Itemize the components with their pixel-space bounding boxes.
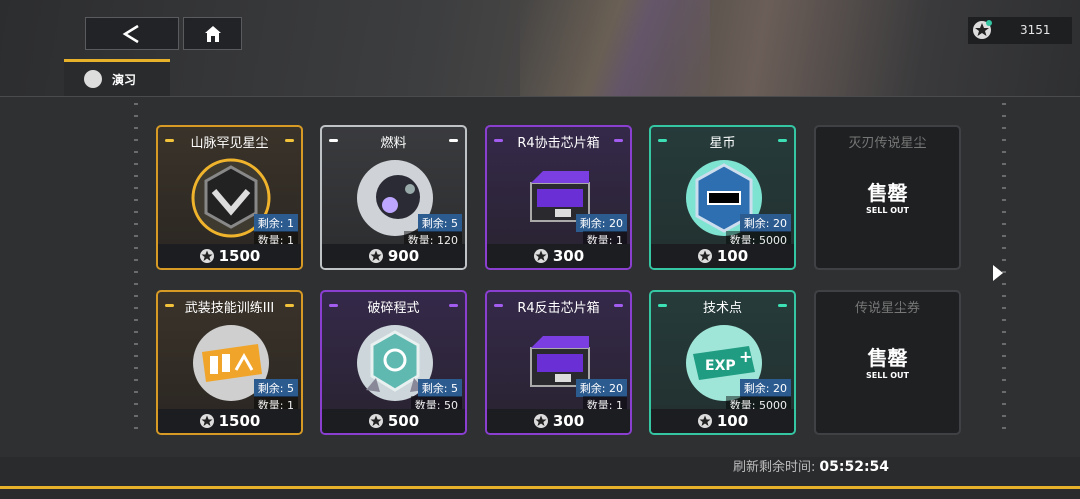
item-price: 1500 — [218, 247, 261, 265]
item-title: 技术点 — [702, 301, 742, 316]
star-coin-icon — [973, 20, 992, 39]
star-coin-icon — [368, 414, 383, 428]
star-coin-icon — [697, 249, 712, 263]
home-icon — [204, 25, 221, 42]
refresh-time: 05:52:54 — [819, 459, 890, 475]
back-arrow-icon — [122, 24, 139, 43]
sold-out-mark: 售罄 SELL OUT — [816, 342, 959, 380]
tab-label: 演习 — [112, 73, 137, 87]
item-price: 300 — [552, 412, 585, 430]
item-title: 灭刃传说星尘 — [848, 136, 927, 151]
sold-out-label: 售罄 — [867, 181, 908, 205]
item-title: 武装技能训练III — [184, 301, 275, 316]
item-title: 破碎程式 — [367, 301, 420, 316]
shop-item-card[interactable]: 山脉罕见星尘 剩余: 1 数量: 1 1500 — [156, 125, 303, 270]
shop-item-card[interactable]: R4协击芯片箱 剩余: 20 数量: 1 300 — [485, 125, 632, 270]
shop-item-card[interactable]: 破碎程式 剩余: 5 数量: 50 500 — [320, 290, 467, 435]
shop-item-card-sold-out: 传说星尘券 售罄 SELL OUT — [814, 290, 961, 435]
sold-out-label: 售罄 — [867, 346, 908, 370]
currency-amount: 3151 — [1020, 23, 1051, 37]
left-rail — [134, 103, 138, 435]
shop-item-card[interactable]: 星币 剩余: 20 数量: 5000 100 — [649, 125, 796, 270]
shop-item-card-sold-out: 灭刃传说星尘 售罄 SELL OUT — [814, 125, 961, 270]
price-bar: 100 — [651, 244, 794, 268]
remaining-count: 剩余: 20 — [575, 214, 627, 232]
price-bar: 300 — [487, 244, 630, 268]
svg-text:+: + — [739, 347, 752, 366]
star-coin-icon — [199, 249, 214, 263]
price-bar: 500 — [322, 409, 465, 433]
shop-item-card[interactable]: R4反击芯片箱 剩余: 20 数量: 1 300 — [485, 290, 632, 435]
chevron-right-icon[interactable] — [993, 265, 1003, 281]
item-price: 300 — [552, 247, 585, 265]
refresh-timer: 刷新剩余时间: 05:52:54 — [733, 456, 889, 475]
sold-out-english: SELL OUT — [866, 371, 909, 380]
remaining-count: 剩余: 5 — [417, 214, 462, 232]
remaining-count: 剩余: 1 — [253, 214, 298, 232]
shop-item-card[interactable]: 武装技能训练III 剩余: 5 数量: 1 1500 — [156, 290, 303, 435]
item-price: 900 — [387, 247, 420, 265]
tab-exercise[interactable]: 演习 — [64, 59, 170, 97]
shop-item-card[interactable]: 技术点 EXP + 剩余: 20 数量: 5000 100 — [649, 290, 796, 435]
price-bar: 1500 — [158, 409, 301, 433]
price-bar: 900 — [322, 244, 465, 268]
shop-item-card[interactable]: 燃料 剩余: 5 数量: 120 900 — [320, 125, 467, 270]
price-bar: 100 — [651, 409, 794, 433]
item-price: 100 — [716, 247, 749, 265]
refresh-label: 刷新剩余时间: — [733, 460, 816, 475]
bottom-accent-line — [0, 486, 1080, 489]
remaining-count: 剩余: 5 — [253, 379, 298, 397]
currency-display: 3151 — [968, 17, 1072, 44]
item-title: R4协击芯片箱 — [517, 136, 600, 151]
star-coin-icon — [533, 414, 548, 428]
price-bar: 300 — [487, 409, 630, 433]
sold-out-mark: 售罄 SELL OUT — [816, 177, 959, 215]
star-coin-icon — [199, 414, 214, 428]
svg-text:EXP: EXP — [705, 358, 736, 374]
item-title: 燃料 — [380, 136, 407, 151]
home-button[interactable] — [183, 17, 242, 50]
remaining-count: 剩余: 20 — [739, 214, 791, 232]
remaining-count: 剩余: 20 — [739, 379, 791, 397]
star-coin-icon — [697, 414, 712, 428]
star-coin-icon — [368, 249, 383, 263]
item-price: 500 — [387, 412, 420, 430]
back-button[interactable] — [85, 17, 179, 50]
item-price: 1500 — [218, 412, 261, 430]
remaining-count: 剩余: 5 — [417, 379, 462, 397]
header-light-streak — [520, 0, 710, 96]
refresh-icon — [84, 70, 102, 88]
sold-out-english: SELL OUT — [866, 206, 909, 215]
price-bar: 1500 — [158, 244, 301, 268]
item-title: 星币 — [709, 136, 736, 151]
item-price: 100 — [716, 412, 749, 430]
item-title: 传说星尘券 — [854, 301, 920, 316]
star-coin-icon — [533, 249, 548, 263]
remaining-count: 剩余: 20 — [575, 379, 627, 397]
item-title: R4反击芯片箱 — [517, 301, 600, 316]
item-title: 山脉罕见星尘 — [190, 136, 269, 151]
